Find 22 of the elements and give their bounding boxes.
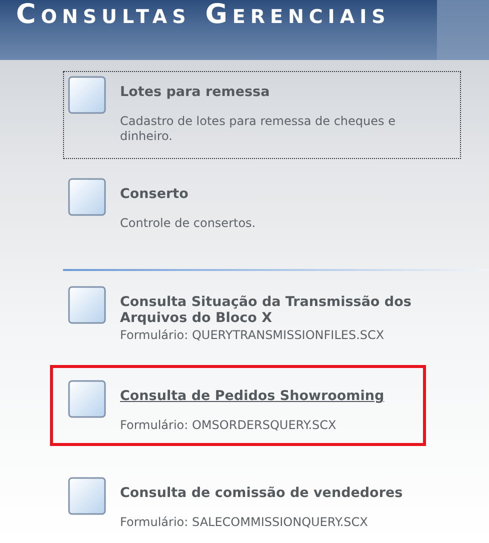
menu-entry[interactable]: Consulta Situação da Transmissão dos Arquivos do Bloco X Formulário: QUERYTRANSMISSIONFILES.SCX	[63, 281, 461, 358]
entry-title: Conserto	[120, 186, 190, 202]
menu-entry[interactable]: Conserto Controle de consertos.	[63, 173, 461, 246]
menu-entry[interactable]: Lotes para remessa Cadastro de lotes para remessa de cheques e dinheiro.	[63, 71, 461, 159]
form-icon	[68, 76, 106, 114]
entry-description: Formulário: SALECOMMISSIONQUERY.SCX	[120, 515, 369, 530]
entry-description: Cadastro de lotes para remessa de cheques e dinheiro.	[120, 114, 396, 144]
entry-description: Formulário: OMSORDERSQUERY.SCX	[120, 418, 338, 433]
entry-description: Formulário: QUERYTRANSMISSIONFILES.SCX	[120, 328, 386, 343]
entry-description: Controle de consertos.	[120, 216, 257, 231]
entry-title: Consulta de Pedidos Showrooming	[120, 388, 386, 404]
header-panel	[437, 0, 489, 60]
menu-entry[interactable]: Consulta de comissão de vendedores Formulário: SALECOMMISSIONQUERY.SCX	[63, 472, 461, 543]
menu-entry[interactable]: Consulta de Pedidos Showrooming Formulário: OMSORDERSQUERY.SCX	[50, 365, 426, 446]
page-title: Consultas Gerenciais	[15, 0, 392, 31]
entry-title: Consulta de comissão de vendedores	[120, 485, 404, 501]
entry-title: Consulta Situação da Transmissão dos Arquivos do Bloco X	[120, 294, 412, 326]
entry-title: Lotes para remessa	[120, 84, 271, 100]
form-icon	[68, 178, 106, 216]
form-icon	[68, 286, 106, 324]
form-icon	[68, 380, 106, 418]
form-icon	[68, 477, 106, 515]
